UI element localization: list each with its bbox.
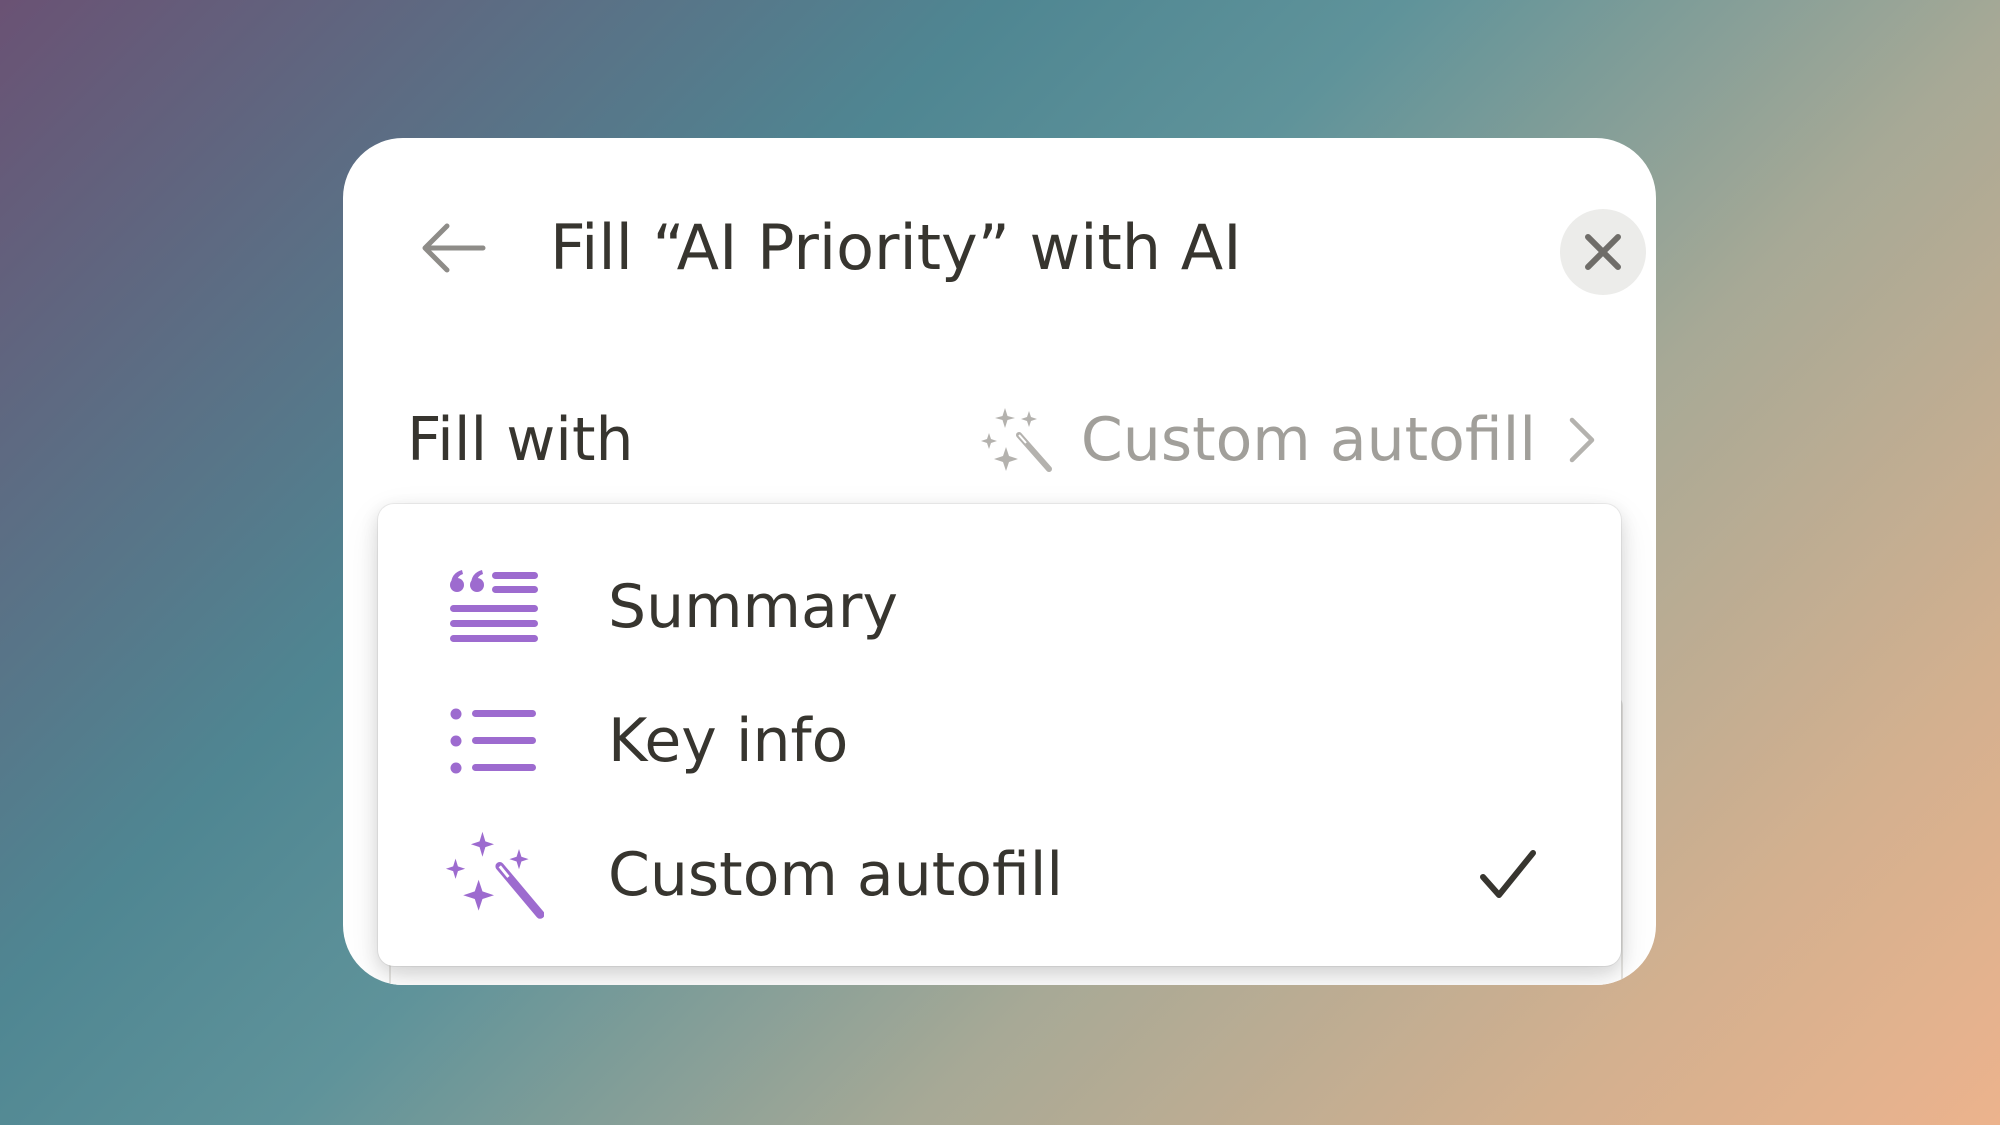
menu-item-key-info[interactable]: Key info: [378, 676, 1621, 806]
arrow-left-icon: [422, 223, 486, 273]
menu-item-label: Summary: [608, 572, 898, 642]
bulleted-list-icon: [444, 696, 544, 786]
chevron-right-icon: [1566, 416, 1596, 464]
checkmark-icon: [1473, 840, 1543, 910]
magic-wand-icon: [979, 405, 1055, 475]
fill-with-dropdown-menu: Summary Key info Custom autofill: [378, 504, 1621, 966]
fill-with-selector[interactable]: Custom autofill: [979, 400, 1596, 480]
dialog-title: Fill “AI Priority” with AI: [550, 211, 1242, 284]
close-button[interactable]: [1560, 209, 1646, 295]
ai-fill-dialog: Fill “AI Priority” with AI Fill with Cus…: [343, 138, 1656, 985]
menu-item-label: Key info: [608, 706, 849, 776]
magic-wand-icon: [444, 830, 544, 920]
back-button[interactable]: [413, 213, 493, 283]
close-icon: [1585, 234, 1621, 270]
menu-item-label: Custom autofill: [608, 840, 1064, 910]
menu-item-summary[interactable]: Summary: [378, 542, 1621, 672]
menu-item-custom-autofill[interactable]: Custom autofill: [378, 810, 1621, 940]
fill-with-value: Custom autofill: [1080, 405, 1536, 475]
quote-lines-icon: [444, 562, 544, 652]
fill-with-label: Fill with: [407, 405, 634, 475]
